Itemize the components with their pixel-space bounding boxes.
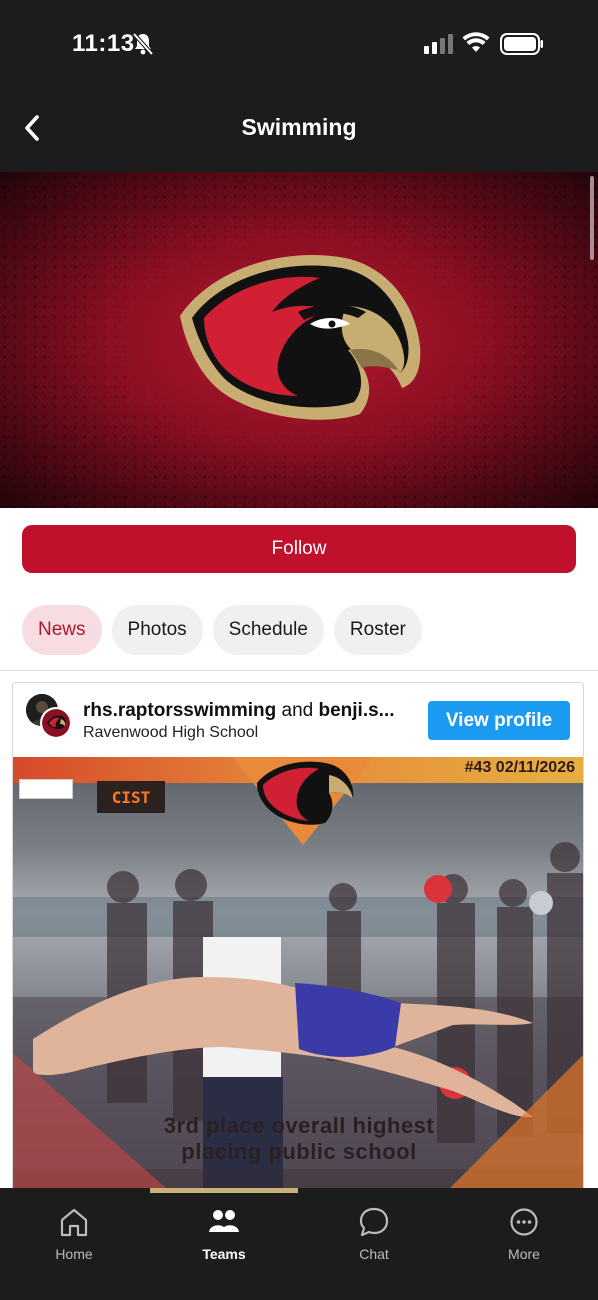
cell-signal-icon bbox=[424, 34, 454, 59]
scoreboard: CIST bbox=[97, 781, 165, 813]
tab-home[interactable]: Home bbox=[14, 1206, 134, 1262]
tab-home-label: Home bbox=[55, 1246, 93, 1262]
active-tab-indicator bbox=[150, 1188, 298, 1193]
post-school: Ravenwood High School bbox=[83, 724, 259, 741]
follow-button[interactable]: Follow bbox=[22, 525, 576, 573]
view-profile-button[interactable]: View profile bbox=[428, 701, 570, 740]
divider bbox=[0, 670, 598, 671]
scroll-indicator bbox=[590, 176, 594, 260]
author-primary[interactable]: rhs.raptorsswimming bbox=[83, 700, 276, 721]
navigation-bar: Swimming bbox=[0, 88, 598, 172]
image-caption-line1: 3rd place overall highest bbox=[163, 1113, 435, 1138]
status-bar: 11:13 bbox=[0, 0, 598, 88]
home-icon bbox=[14, 1206, 134, 1238]
section-tabs: News Photos Schedule Roster bbox=[22, 605, 422, 655]
wifi-icon bbox=[462, 32, 490, 59]
post-image[interactable]: #43 02/11/2026 CIST 3rd place overall hi… bbox=[13, 757, 583, 1201]
tab-chat-label: Chat bbox=[359, 1246, 389, 1262]
tab-teams-label: Teams bbox=[202, 1246, 246, 1262]
tab-teams[interactable]: Teams bbox=[164, 1206, 284, 1262]
avatar[interactable] bbox=[40, 707, 72, 739]
tab-photos[interactable]: Photos bbox=[111, 605, 203, 655]
status-time: 11:13 bbox=[72, 30, 135, 57]
news-post: rhs.raptorsswimming and benji.s... Raven… bbox=[12, 682, 584, 1202]
author-secondary[interactable]: benji.s... bbox=[318, 700, 394, 721]
image-caption-line2: placing public school bbox=[181, 1139, 417, 1164]
team-banner bbox=[0, 172, 598, 508]
sponsor-logo bbox=[19, 779, 73, 799]
tab-news[interactable]: News bbox=[22, 605, 102, 655]
bell-slash-icon bbox=[132, 32, 154, 61]
tab-chat[interactable]: Chat bbox=[314, 1206, 434, 1262]
tab-more-label: More bbox=[508, 1246, 540, 1262]
image-caption: 3rd place overall highest placing public… bbox=[13, 1113, 583, 1165]
tab-roster[interactable]: Roster bbox=[333, 605, 422, 655]
raptor-head-logo bbox=[170, 246, 430, 431]
battery-icon bbox=[500, 33, 544, 60]
chat-icon bbox=[314, 1206, 434, 1238]
more-icon bbox=[464, 1206, 584, 1238]
author-joiner: and bbox=[281, 700, 314, 721]
image-tag: #43 02/11/2026 bbox=[464, 759, 575, 776]
page-title: Swimming bbox=[241, 114, 357, 140]
post-authors[interactable]: rhs.raptorsswimming and benji.s... bbox=[83, 700, 413, 722]
tab-schedule[interactable]: Schedule bbox=[212, 605, 324, 655]
bottom-tab-bar: Home Teams Chat More bbox=[0, 1188, 598, 1300]
teams-icon bbox=[164, 1206, 284, 1238]
tab-more[interactable]: More bbox=[464, 1206, 584, 1262]
